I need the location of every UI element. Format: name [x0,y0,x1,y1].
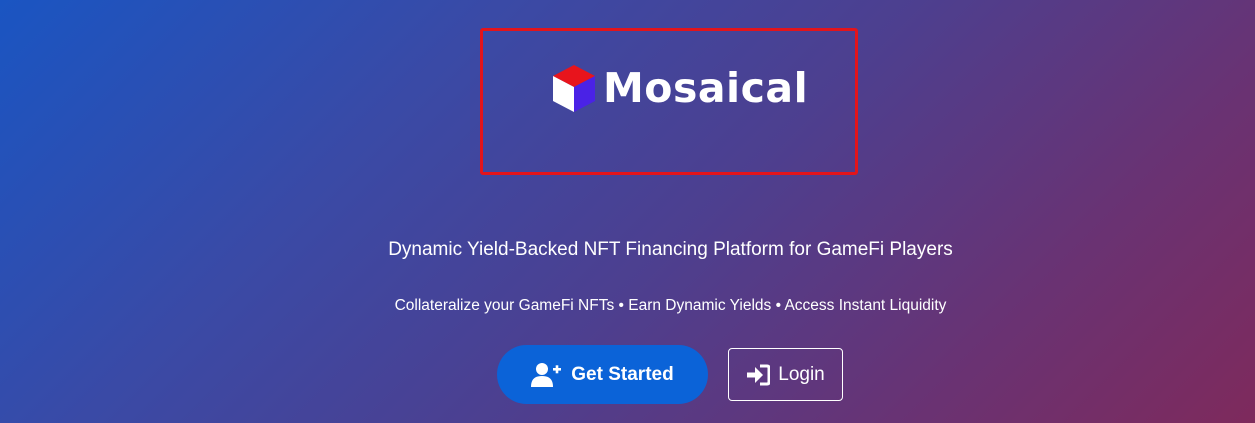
brand-name: Mosaical [603,64,809,112]
cube-logo-icon [551,63,597,113]
hero-tagline: Dynamic Yield-Backed NFT Financing Platf… [388,239,953,260]
sign-in-icon [746,364,771,386]
login-button[interactable]: Login [728,348,843,401]
user-plus-icon [531,362,562,388]
get-started-label: Get Started [571,363,674,385]
get-started-button[interactable]: Get Started [497,345,708,404]
hero-features: Collateralize your GameFi NFTs • Earn Dy… [394,297,947,314]
login-label: Login [778,363,825,385]
brand-logo[interactable]: Mosaical [551,63,808,113]
